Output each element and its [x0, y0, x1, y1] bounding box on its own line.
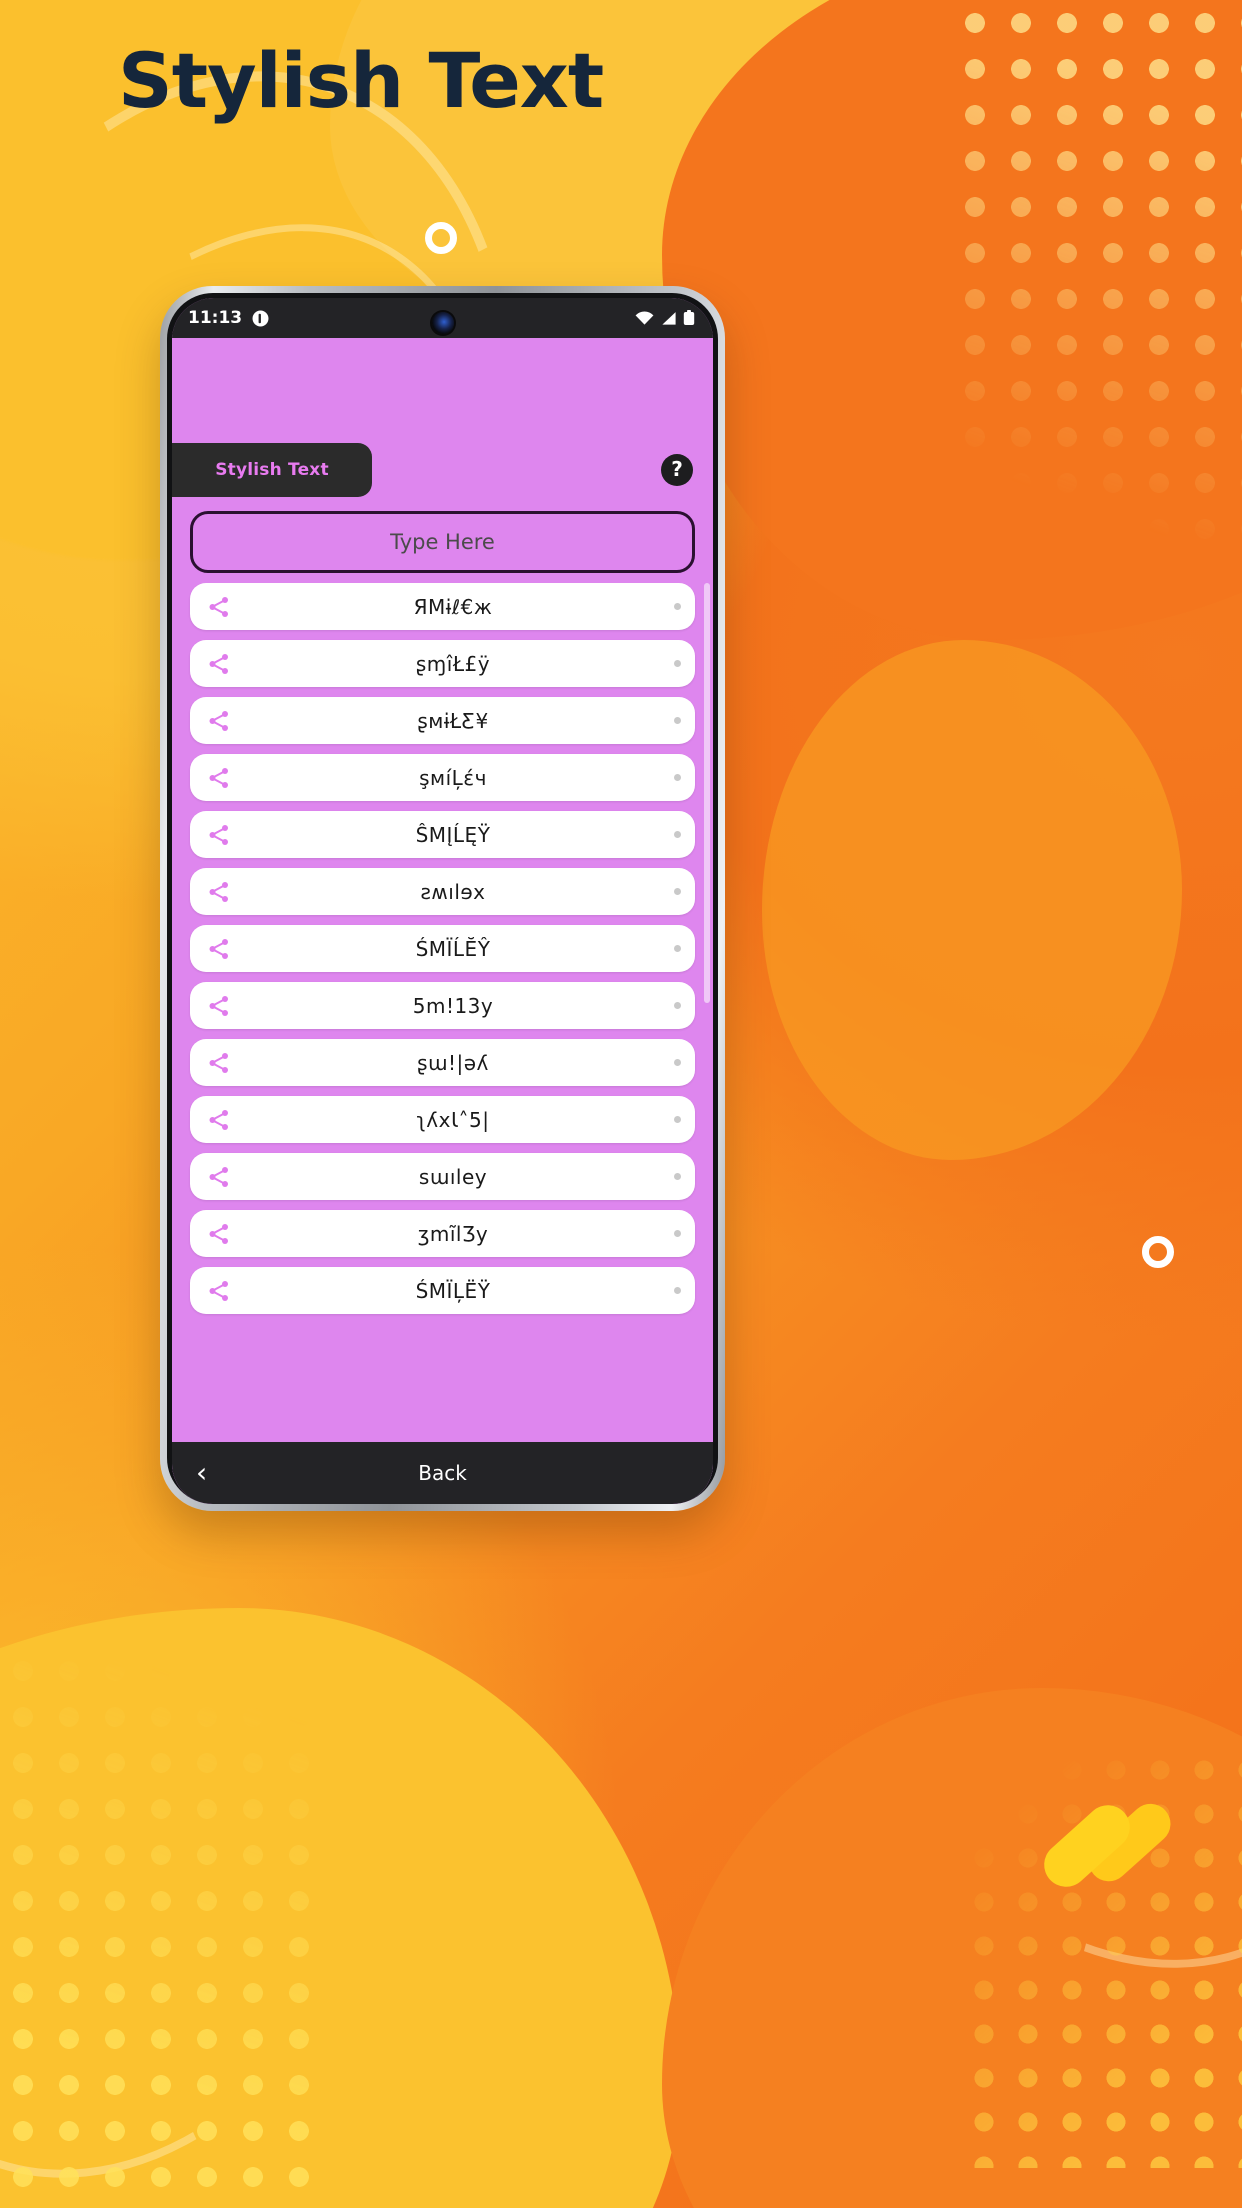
list-item-indicator-dot — [674, 1059, 681, 1066]
list-item-indicator-dot — [674, 1116, 681, 1123]
list-scrollbar[interactable] — [704, 583, 710, 1003]
list-item[interactable]: 5m!13y — [190, 982, 695, 1029]
list-item[interactable]: ʅʎxƖ˄5| — [190, 1096, 695, 1143]
share-icon[interactable] — [206, 1278, 232, 1304]
background-ring-top — [425, 222, 457, 254]
list-item-text: ƨʍılɘx — [420, 879, 486, 904]
tab-row: Stylish Text ? — [172, 443, 713, 497]
battery-icon — [683, 310, 695, 326]
tab-stylish-text[interactable]: Stylish Text — [172, 443, 372, 497]
app-content: Stylish Text ? Type Here ЯМɨℓ€ж ʂɱîŁ£ÿ ʂмɨ… — [172, 338, 713, 1504]
list-item-text: ʅʎxƖ˄5| — [416, 1107, 490, 1132]
list-item[interactable]: ŚMÏĻËŸ — [190, 1267, 695, 1314]
list-item[interactable]: ŚMÏĹĔŶ — [190, 925, 695, 972]
list-item-indicator-dot — [674, 717, 681, 724]
phone-bezel: 11:13 Stylish Text ? Type Here ЯМɨℓ€ж ʂɱ… — [167, 293, 718, 1504]
share-icon[interactable] — [206, 1221, 232, 1247]
halftone-dots-top-right — [952, 0, 1242, 560]
list-item-text: ʂɱîŁ£ÿ — [415, 651, 491, 676]
app-top-spacer — [172, 338, 713, 443]
signal-icon — [660, 311, 677, 326]
share-icon[interactable] — [206, 1164, 232, 1190]
status-bar-left: 11:13 — [188, 308, 269, 328]
list-item-text: şмíĻέч — [419, 765, 487, 790]
list-item-text: ʂɯ!|ǝʎ — [417, 1050, 489, 1075]
share-icon[interactable] — [206, 594, 232, 620]
status-bar-clock: 11:13 — [188, 308, 243, 328]
styled-text-list[interactable]: ЯМɨℓ€ж ʂɱîŁ£ÿ ʂмɨŁƸ¥ şмíĻέч ŜМĮĹĘŸ ƨʍılɘx ŚMÏĹ… — [172, 583, 713, 1442]
share-icon[interactable] — [206, 993, 232, 1019]
share-icon[interactable] — [206, 708, 232, 734]
list-item-indicator-dot — [674, 1002, 681, 1009]
list-item[interactable]: şмíĻέч — [190, 754, 695, 801]
back-button[interactable]: Back — [172, 1461, 713, 1485]
share-icon[interactable] — [206, 879, 232, 905]
list-item[interactable]: ŜМĮĹĘŸ — [190, 811, 695, 858]
list-item[interactable]: ʂмɨŁƸ¥ — [190, 697, 695, 744]
list-item[interactable]: ЯМɨℓ€ж — [190, 583, 695, 630]
list-item-indicator-dot — [674, 660, 681, 667]
help-glyph: ? — [671, 457, 683, 481]
list-item-indicator-dot — [674, 1173, 681, 1180]
list-item-indicator-dot — [674, 1287, 681, 1294]
list-item-text: ŚMÏĹĔŶ — [415, 936, 491, 961]
share-icon[interactable] — [206, 936, 232, 962]
page-title: Stylish Text — [118, 36, 604, 125]
list-item-indicator-dot — [674, 603, 681, 610]
list-item-indicator-dot — [674, 945, 681, 952]
status-bar-right — [635, 310, 695, 326]
list-item-text: ЯМɨℓ€ж — [413, 594, 493, 619]
wifi-icon — [635, 311, 654, 326]
text-input-placeholder: Type Here — [390, 530, 495, 554]
list-item[interactable]: ʒmĩlƷy — [190, 1210, 695, 1257]
list-item-text: ʒmĩlƷy — [417, 1221, 489, 1246]
share-icon[interactable] — [206, 651, 232, 677]
background-ring-right — [1142, 1236, 1174, 1268]
list-item-text: ʂмɨŁƸ¥ — [417, 708, 489, 733]
list-item-text: sɯıley — [418, 1164, 488, 1189]
share-icon[interactable] — [206, 765, 232, 791]
text-input[interactable]: Type Here — [190, 511, 695, 573]
tab-label: Stylish Text — [215, 460, 329, 480]
share-icon[interactable] — [206, 1050, 232, 1076]
phone-mockup: 11:13 Stylish Text ? Type Here ЯМɨℓ€ж ʂɱ… — [160, 286, 725, 1511]
list-item-indicator-dot — [674, 831, 681, 838]
list-item-indicator-dot — [674, 1230, 681, 1237]
front-camera-punch-hole — [431, 312, 454, 334]
list-item-indicator-dot — [674, 774, 681, 781]
phone-screen: 11:13 Stylish Text ? Type Here ЯМɨℓ€ж ʂɱ… — [172, 298, 713, 1504]
list-item[interactable]: ʂɯ!|ǝʎ — [190, 1039, 695, 1086]
notification-icon — [252, 310, 269, 327]
share-icon[interactable] — [206, 1107, 232, 1133]
list-item[interactable]: ƨʍılɘx — [190, 868, 695, 915]
list-item-indicator-dot — [674, 888, 681, 895]
halftone-dots-bottom-left — [0, 1648, 330, 2208]
input-container: Type Here — [172, 497, 713, 583]
list-item-text: ŜМĮĹĘŸ — [415, 822, 491, 847]
share-icon[interactable] — [206, 822, 232, 848]
list-item[interactable]: ʂɱîŁ£ÿ — [190, 640, 695, 687]
list-item[interactable]: sɯıley — [190, 1153, 695, 1200]
list-item-text: 5m!13y — [412, 993, 494, 1018]
help-icon[interactable]: ? — [661, 454, 693, 486]
bottom-bar: ‹ Back — [172, 1442, 713, 1504]
list-item-text: ŚMÏĻËŸ — [415, 1278, 491, 1303]
